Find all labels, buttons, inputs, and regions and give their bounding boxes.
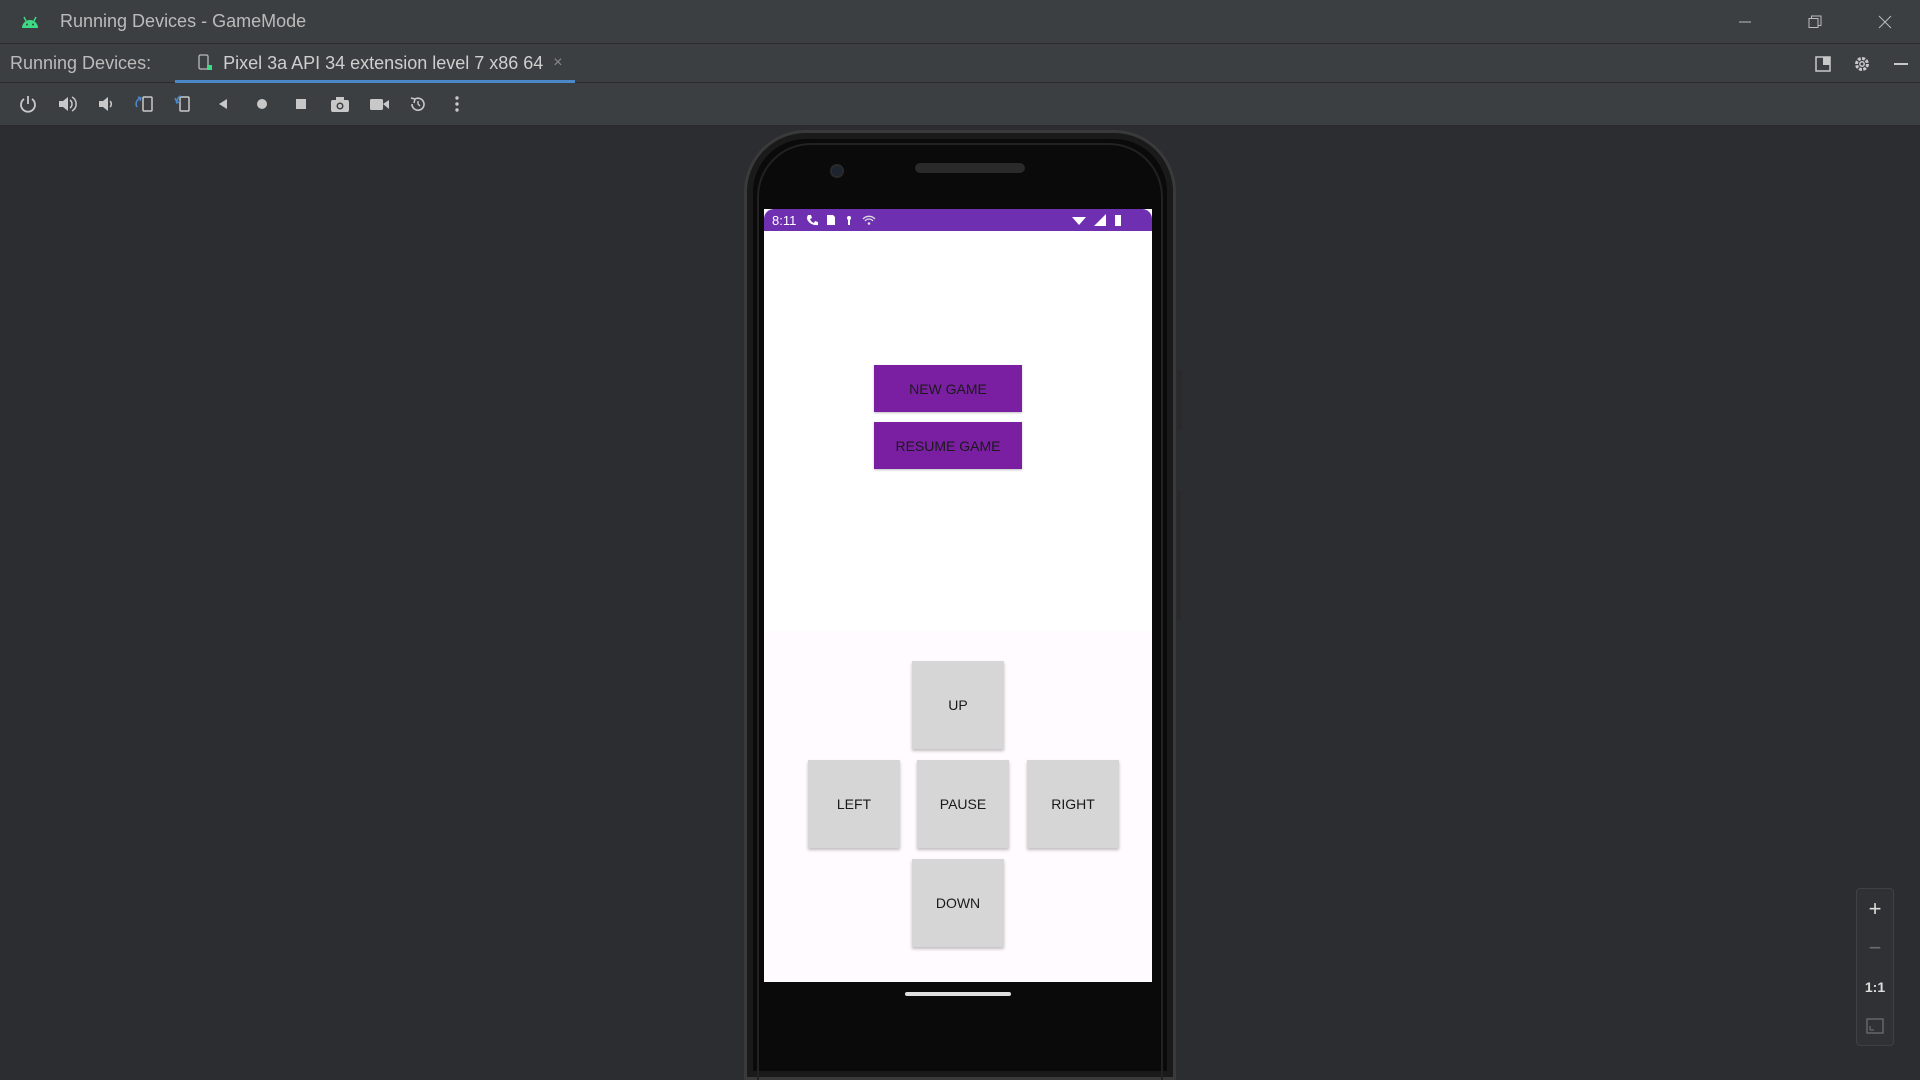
up-button[interactable]: UP	[912, 661, 1004, 749]
pause-button[interactable]: PAUSE	[917, 760, 1009, 848]
home-indicator[interactable]	[905, 992, 1011, 996]
reset-icon[interactable]	[398, 85, 437, 124]
window-title: Running Devices - GameMode	[60, 11, 307, 31]
close-icon	[1878, 15, 1892, 29]
resume-game-button[interactable]: RESUME GAME	[874, 422, 1022, 469]
device-volume-rocker	[1177, 490, 1181, 620]
debug-icon	[844, 214, 854, 226]
earpiece-speaker	[915, 163, 1025, 173]
zoom-controls: + − 1:1	[1856, 888, 1894, 1046]
screen-record-icon[interactable]	[359, 85, 398, 124]
device-side-button	[1177, 370, 1182, 430]
back-icon[interactable]	[203, 85, 242, 124]
hotspot-icon	[862, 214, 876, 226]
screenshot-icon[interactable]	[320, 85, 359, 124]
battery-icon	[1114, 214, 1122, 226]
tab-close-icon[interactable]: ×	[553, 54, 562, 72]
restore-icon	[1808, 15, 1822, 28]
signal-icon	[1094, 214, 1106, 226]
close-button[interactable]	[1850, 0, 1920, 44]
home-icon[interactable]	[242, 85, 281, 124]
new-game-button[interactable]: NEW GAME	[874, 365, 1022, 412]
title-bar: Running Devices - GameMode	[0, 0, 1920, 44]
volume-down-icon[interactable]	[86, 85, 125, 124]
zoom-out-button[interactable]: −	[1856, 928, 1894, 967]
hide-panel-icon[interactable]	[1881, 44, 1920, 83]
volume-up-icon[interactable]	[47, 85, 86, 124]
more-icon[interactable]	[437, 85, 476, 124]
zoom-in-button[interactable]: +	[1856, 889, 1894, 928]
layout-icon[interactable]	[1803, 44, 1842, 83]
fit-screen-icon[interactable]	[1856, 1006, 1894, 1045]
phone-icon	[806, 214, 819, 226]
device-icon	[197, 54, 213, 72]
gear-icon[interactable]	[1842, 44, 1881, 83]
right-button[interactable]: RIGHT	[1027, 760, 1119, 848]
device-screen[interactable]: 8:11 NEW GAME RESUME GAME UP LEFT PAUSE …	[764, 209, 1152, 982]
front-camera	[830, 164, 844, 178]
device-tab-label: Pixel 3a API 34 extension level 7 x86 64	[223, 52, 544, 73]
wifi-icon	[1072, 214, 1086, 226]
sim-card-icon	[826, 214, 836, 226]
android-icon	[19, 11, 41, 33]
device-tab[interactable]: Pixel 3a API 34 extension level 7 x86 64…	[175, 44, 575, 83]
actual-size-button[interactable]: 1:1	[1856, 967, 1894, 1006]
left-button[interactable]: LEFT	[808, 760, 900, 848]
rotate-right-icon[interactable]	[164, 85, 203, 124]
power-icon[interactable]	[8, 85, 47, 124]
down-button[interactable]: DOWN	[912, 859, 1004, 947]
status-bar: 8:11	[764, 209, 1152, 231]
tab-bar: Running Devices: Pixel 3a API 34 extensi…	[0, 44, 1920, 83]
rotate-left-icon[interactable]	[125, 85, 164, 124]
overview-icon[interactable]	[281, 85, 320, 124]
restore-button[interactable]	[1780, 0, 1850, 44]
running-devices-label: Running Devices:	[10, 52, 152, 73]
minimize-icon	[1739, 21, 1751, 23]
minimize-button[interactable]	[1710, 0, 1780, 44]
device-toolbar	[0, 83, 1920, 126]
status-time: 8:11	[772, 212, 797, 228]
